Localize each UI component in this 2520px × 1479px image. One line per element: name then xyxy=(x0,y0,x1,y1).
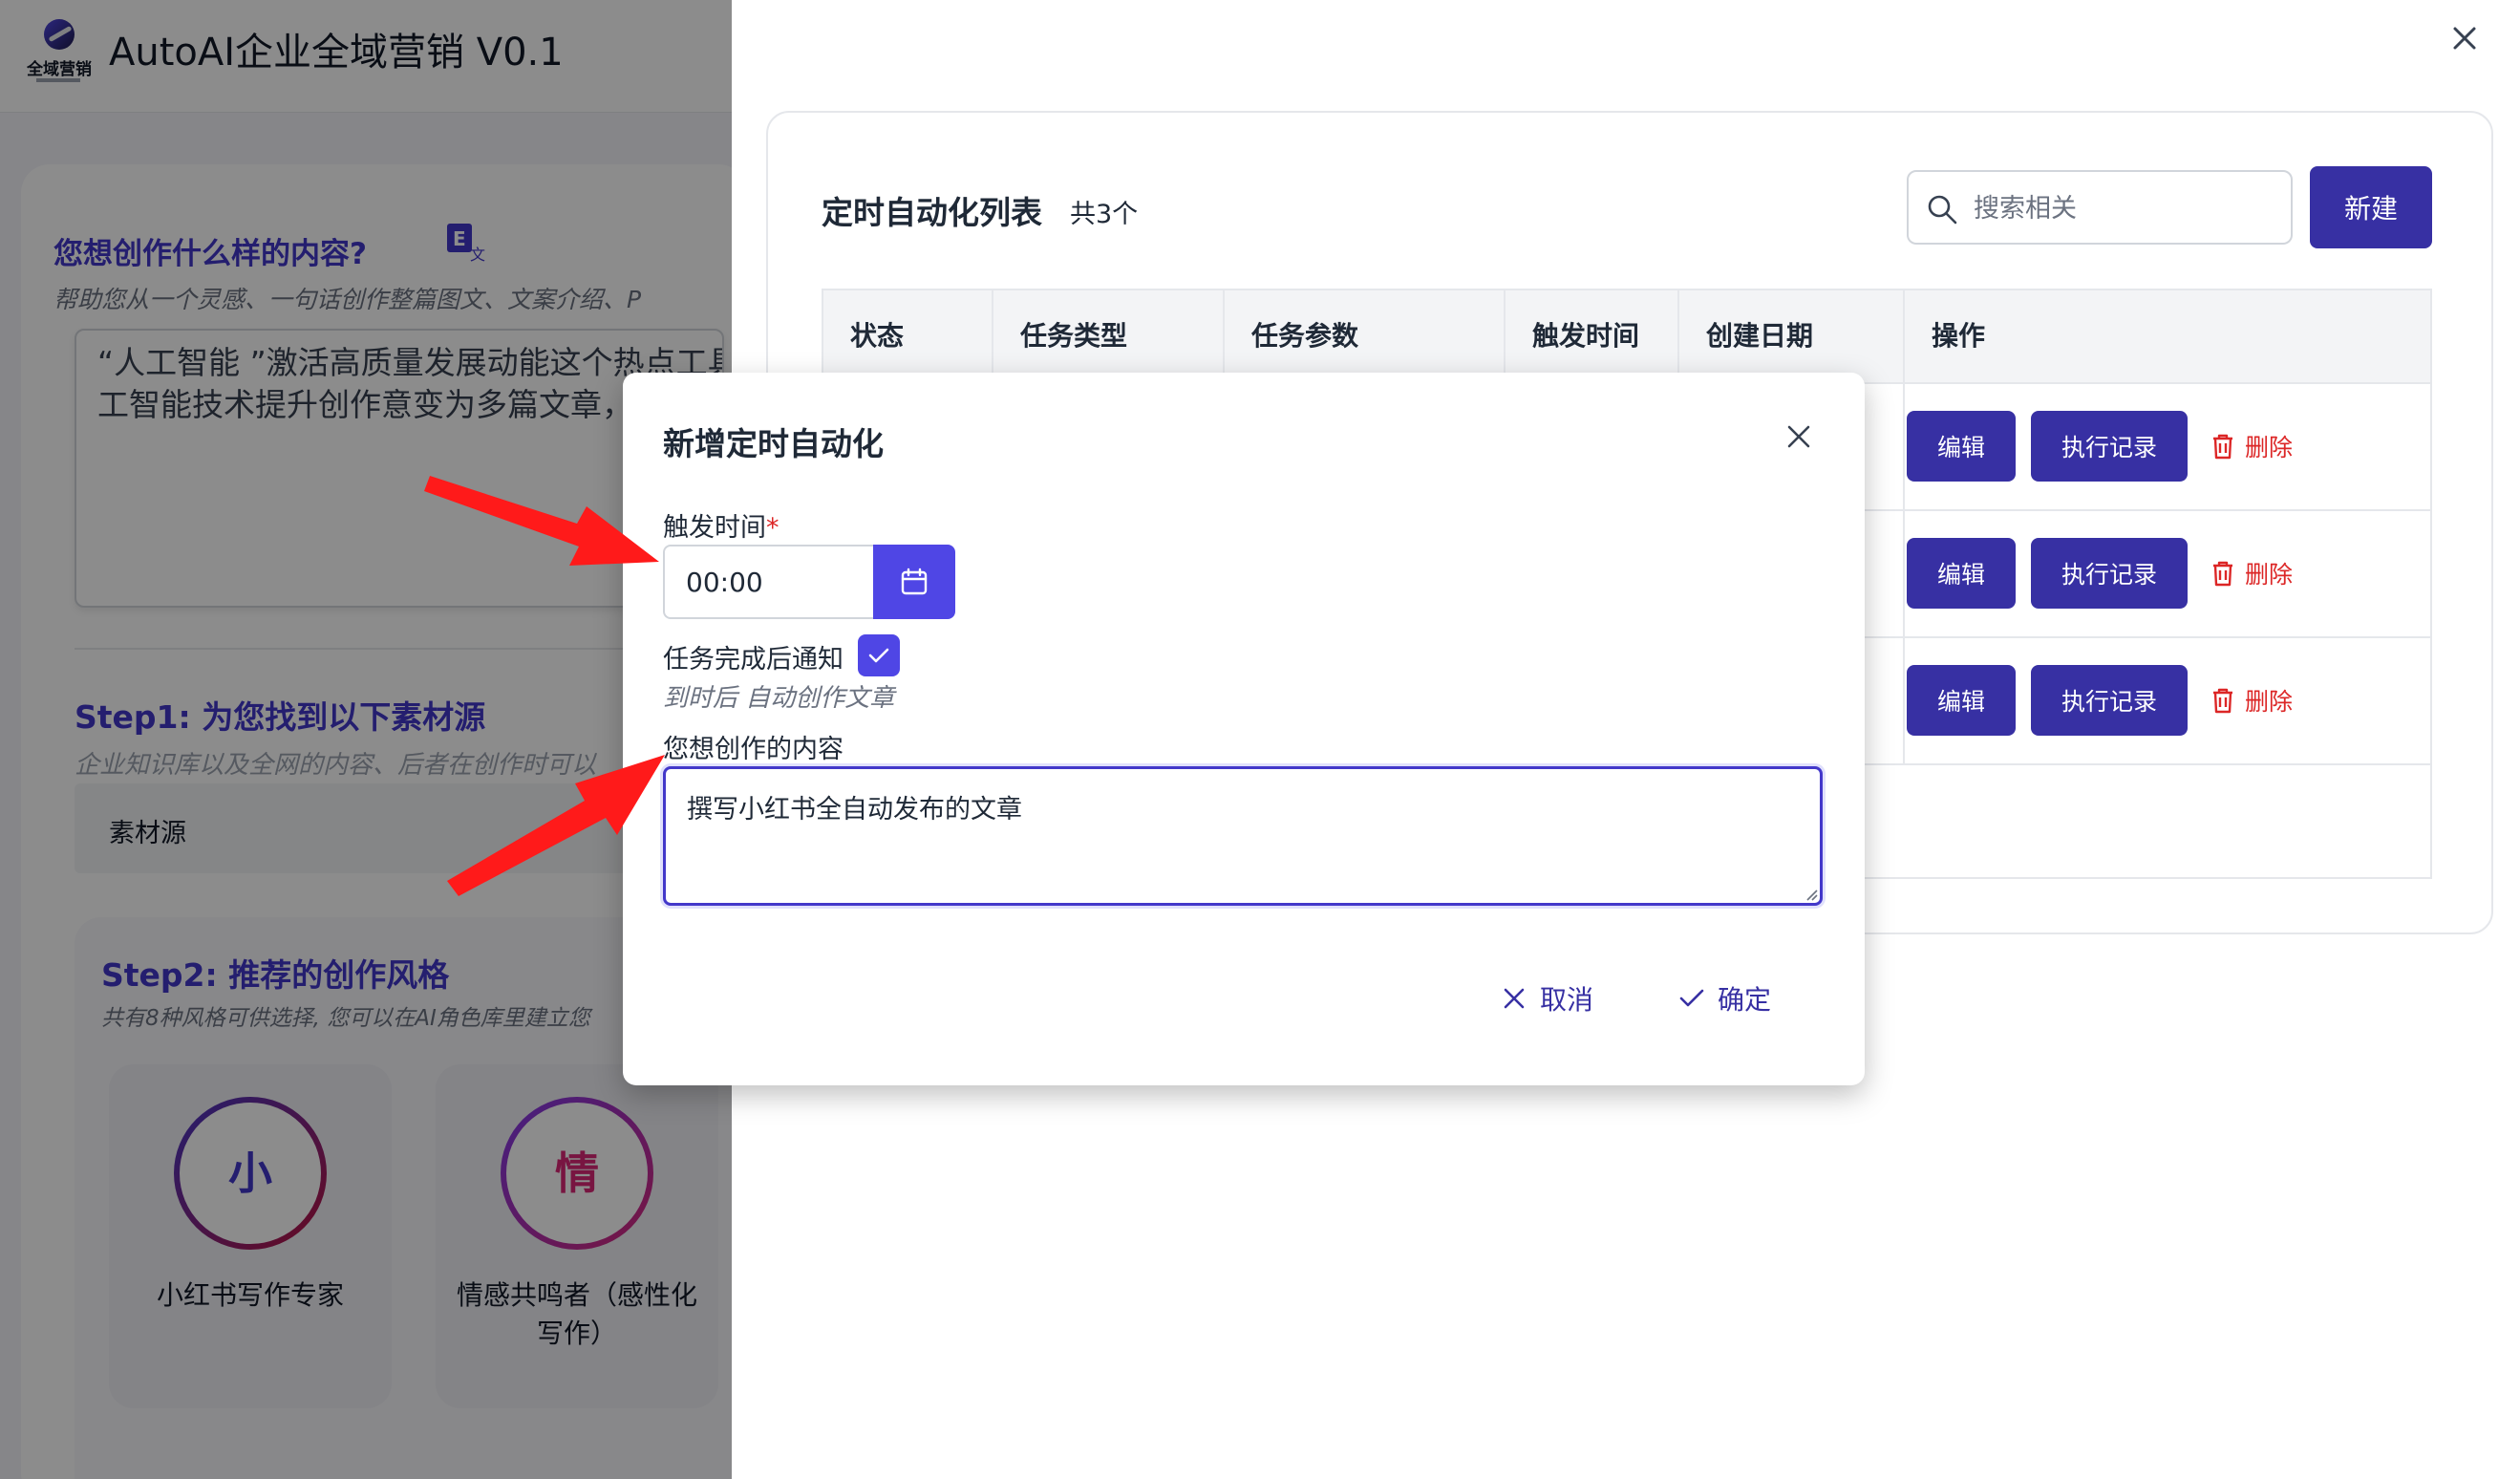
delete-button[interactable]: 删除 xyxy=(2210,665,2316,736)
cancel-label: 取消 xyxy=(1540,984,1594,1016)
notify-label: 任务完成后通知 xyxy=(663,645,844,675)
column-header: 状态 xyxy=(823,290,993,382)
cancel-button[interactable]: 取消 xyxy=(1500,973,1593,1024)
column-header: 创建日期 xyxy=(1679,290,1905,382)
check-icon xyxy=(868,648,889,663)
notify-hint: 到时后 自动创作文章 xyxy=(663,684,895,713)
trash-icon xyxy=(2213,561,2232,587)
search-box[interactable] xyxy=(1907,170,2293,245)
content-textarea[interactable]: 撰写小红书全自动发布的文章 xyxy=(663,766,1823,906)
delete-label: 删除 xyxy=(2245,688,2294,716)
content-label: 您想创作的内容 xyxy=(663,735,844,764)
table-header: 状态 任务类型 任务参数 触发时间 创建日期 操作 xyxy=(823,290,2430,384)
delete-label: 删除 xyxy=(2245,561,2294,589)
required-mark: * xyxy=(766,513,779,543)
trigger-time-label: 触发时间* xyxy=(663,513,779,543)
edit-button[interactable]: 编辑 xyxy=(1907,538,2016,609)
execution-log-button[interactable]: 执行记录 xyxy=(2031,665,2188,736)
trash-icon xyxy=(2213,688,2232,714)
modal-title: 新增定时自动化 xyxy=(663,425,884,462)
confirm-label: 确定 xyxy=(1718,984,1772,1016)
execution-log-button[interactable]: 执行记录 xyxy=(2031,411,2188,482)
calendar-button[interactable] xyxy=(873,545,955,619)
drawer-close-icon[interactable] xyxy=(2442,15,2488,61)
column-header: 任务参数 xyxy=(1225,290,1506,382)
column-header: 触发时间 xyxy=(1506,290,1679,382)
delete-button[interactable]: 删除 xyxy=(2210,411,2316,482)
resize-handle-icon[interactable] xyxy=(1804,887,1819,902)
confirm-button[interactable]: 确定 xyxy=(1677,973,1771,1024)
trash-icon xyxy=(2213,434,2232,460)
add-automation-modal: 新增定时自动化 触发时间* 任务完成后通知 到时后 自动创作文章 您想创作的内容… xyxy=(623,373,1865,1085)
list-count: 共3个 xyxy=(1070,200,1139,229)
trigger-time-input[interactable] xyxy=(663,545,873,619)
new-button[interactable]: 新建 xyxy=(2310,166,2432,248)
edit-button[interactable]: 编辑 xyxy=(1907,665,2016,736)
execution-log-button[interactable]: 执行记录 xyxy=(2031,538,2188,609)
column-header: 任务类型 xyxy=(993,290,1225,382)
search-input[interactable] xyxy=(1974,187,2279,229)
check-icon xyxy=(1679,989,1704,1007)
list-title: 定时自动化列表 xyxy=(822,194,1042,231)
close-icon xyxy=(1504,988,1525,1009)
delete-label: 删除 xyxy=(2245,434,2294,461)
calendar-icon xyxy=(901,568,928,595)
delete-button[interactable]: 删除 xyxy=(2210,538,2316,609)
notify-checkbox[interactable] xyxy=(858,634,900,676)
edit-button[interactable]: 编辑 xyxy=(1907,411,2016,482)
search-icon xyxy=(1928,195,1957,225)
close-icon[interactable] xyxy=(1783,420,1815,453)
column-header: 操作 xyxy=(1932,320,1986,352)
